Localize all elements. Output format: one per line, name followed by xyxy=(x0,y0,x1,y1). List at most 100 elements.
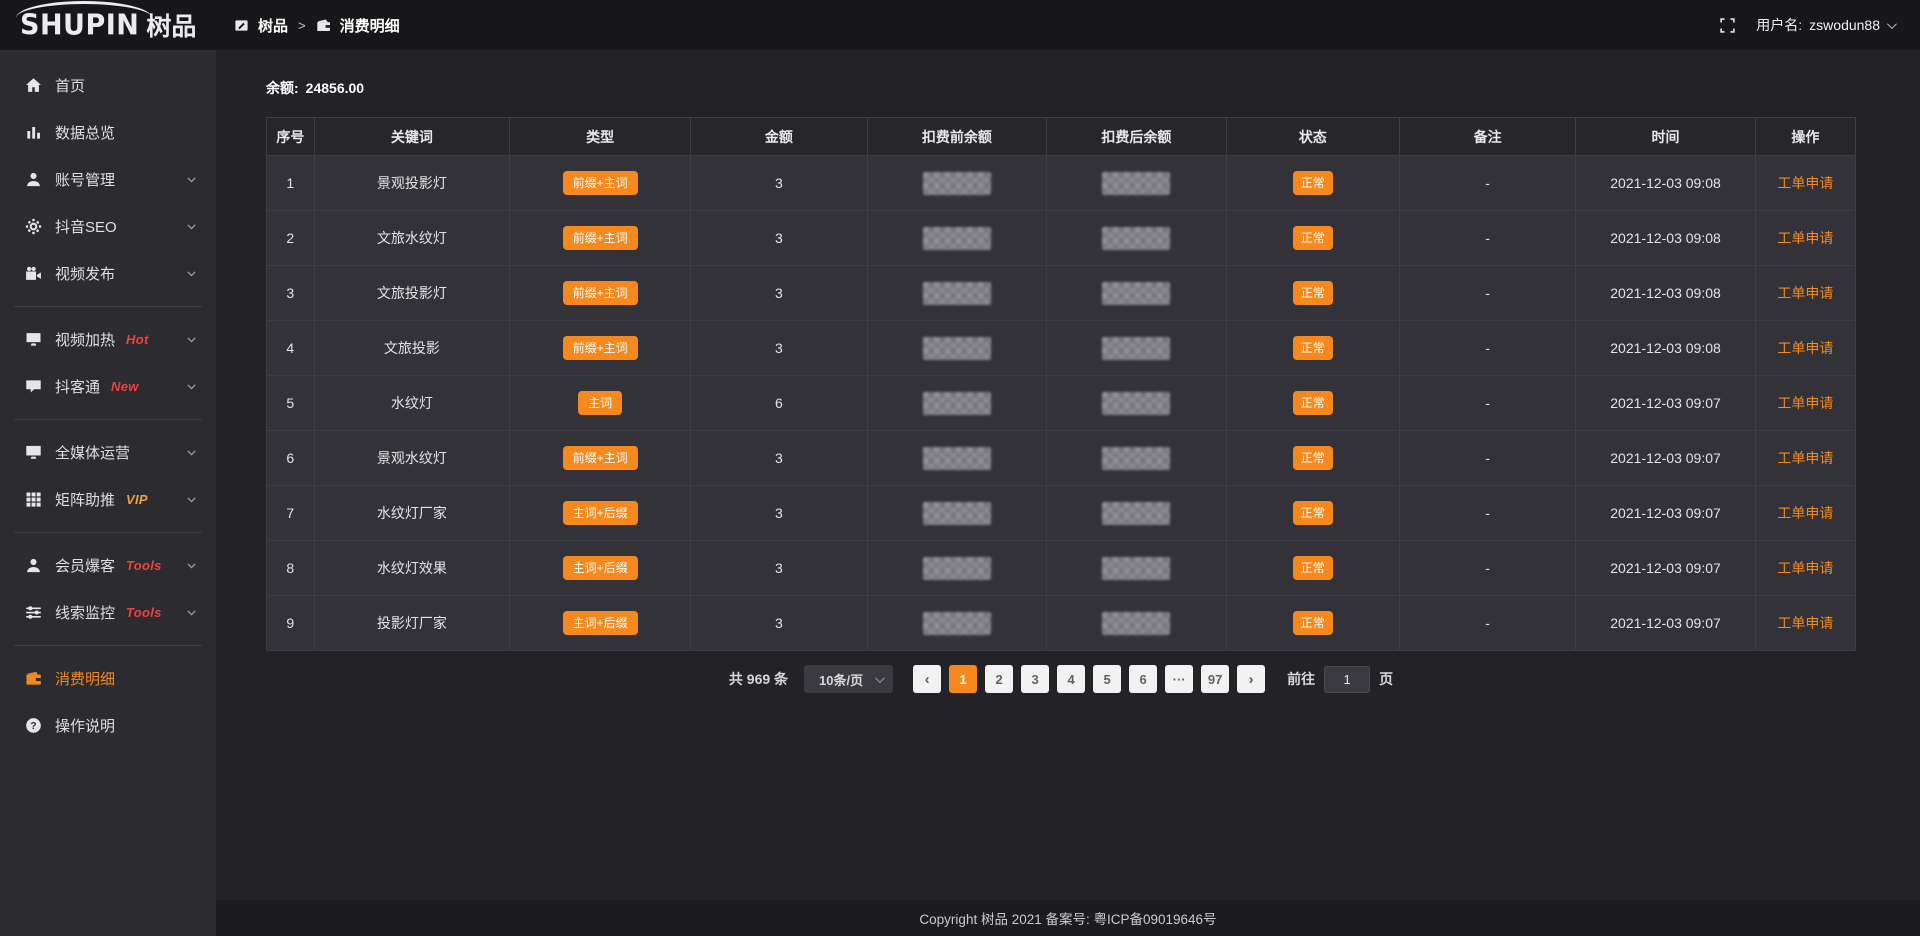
column-header: 状态 xyxy=(1226,118,1399,156)
status-badge: 正常 xyxy=(1293,226,1333,250)
cell-note: - xyxy=(1399,596,1575,651)
sidebar-item-label: 矩阵助推 xyxy=(55,489,115,510)
work-order-link[interactable]: 工单申请 xyxy=(1777,615,1833,631)
sidebar-item-label: 数据总览 xyxy=(55,122,115,143)
cell-time: 2021-12-03 09:08 xyxy=(1576,266,1756,321)
page-button-1[interactable]: 1 xyxy=(949,665,977,693)
work-order-link[interactable]: 工单申请 xyxy=(1777,560,1833,576)
work-order-link[interactable]: 工单申请 xyxy=(1777,230,1833,246)
fullscreen-icon[interactable] xyxy=(1719,17,1736,34)
sidebar-item-home[interactable]: 首页 xyxy=(0,62,216,109)
sidebar-item-label: 消费明细 xyxy=(55,668,115,689)
breadcrumb-item-home[interactable]: 树品 xyxy=(258,15,288,36)
consumption-table: 序号关键词类型金额扣费前余额扣费后余额状态备注时间操作 1景观投影灯前缀+主词3… xyxy=(266,117,1856,651)
sidebar-item-label: 抖客通 xyxy=(55,376,100,397)
work-order-link[interactable]: 工单申请 xyxy=(1777,395,1833,411)
work-order-link[interactable]: 工单申请 xyxy=(1777,340,1833,356)
table-row: 8水纹灯效果主词+后缀3正常-2021-12-03 09:07工单申请 xyxy=(267,541,1856,596)
cell-amount: 6 xyxy=(691,376,867,431)
sidebar-item-all-media-operation[interactable]: 全媒体运营 xyxy=(0,429,216,476)
sidebar-item-clue-monitor[interactable]: 线索监控Tools xyxy=(0,589,216,636)
sidebar-item-label: 视频加热 xyxy=(55,329,115,350)
chevron-down-icon xyxy=(185,559,198,572)
sidebar-item-label: 操作说明 xyxy=(55,715,115,736)
monitor-icon xyxy=(25,444,42,461)
cell-note: - xyxy=(1399,376,1575,431)
cell-note: - xyxy=(1399,321,1575,376)
work-order-link[interactable]: 工单申请 xyxy=(1777,450,1833,466)
cell-amount: 3 xyxy=(691,486,867,541)
goto-label: 前往 xyxy=(1287,669,1315,689)
cell-keyword: 景观水纹灯 xyxy=(314,431,509,486)
page-ellipsis-button[interactable]: ··· xyxy=(1165,665,1193,693)
wallet-icon xyxy=(25,670,42,687)
page-button-4[interactable]: 4 xyxy=(1057,665,1085,693)
cell-index: 9 xyxy=(267,596,315,651)
balance-label: 余额: xyxy=(266,80,299,96)
cell-keyword: 投影灯厂家 xyxy=(314,596,509,651)
page-button-6[interactable]: 6 xyxy=(1129,665,1157,693)
chevron-down-icon xyxy=(185,173,198,186)
sidebar-item-member-baoke[interactable]: 会员爆客Tools xyxy=(0,542,216,589)
sidebar-item-video-heat[interactable]: 视频加热Hot xyxy=(0,316,216,363)
sidebar-divider xyxy=(14,645,202,646)
username-label: 用户名: xyxy=(1756,15,1802,35)
sidebar-item-account-management[interactable]: 账号管理 xyxy=(0,156,216,203)
sidebar-item-tag: New xyxy=(111,379,139,394)
question-icon: ? xyxy=(25,717,42,734)
sidebar-item-douyin-seo[interactable]: 抖音SEO xyxy=(0,203,216,250)
next-page-button[interactable]: › xyxy=(1237,665,1265,693)
page-button-2[interactable]: 2 xyxy=(985,665,1013,693)
chevron-down-icon xyxy=(185,267,198,280)
page-button-97[interactable]: 97 xyxy=(1201,665,1229,693)
page-button-3[interactable]: 3 xyxy=(1021,665,1049,693)
sidebar-item-tag: Tools xyxy=(126,605,162,620)
prev-page-button[interactable]: ‹ xyxy=(913,665,941,693)
chat-icon xyxy=(25,378,42,395)
cell-note: - xyxy=(1399,486,1575,541)
sidebar-divider xyxy=(14,532,202,533)
chevron-down-icon xyxy=(1887,19,1897,29)
redacted-balance-before xyxy=(923,557,991,580)
sidebar: 首页数据总览账号管理抖音SEO视频发布视频加热Hot抖客通New全媒体运营矩阵助… xyxy=(0,50,216,936)
cell-index: 4 xyxy=(267,321,315,376)
column-header: 扣费后余额 xyxy=(1047,118,1227,156)
work-order-link[interactable]: 工单申请 xyxy=(1777,285,1833,301)
page-size-select[interactable]: 10条/页 xyxy=(804,665,893,693)
sidebar-item-video-publish[interactable]: 视频发布 xyxy=(0,250,216,297)
logo-text-cn: 树品 xyxy=(146,7,196,43)
column-header: 备注 xyxy=(1399,118,1575,156)
work-order-link[interactable]: 工单申请 xyxy=(1777,175,1833,191)
status-badge: 正常 xyxy=(1293,446,1333,470)
topbar: SHUPIN 树品 树品 > 消费明细 用户名: zswodun88 xyxy=(0,0,1920,50)
cell-time: 2021-12-03 09:08 xyxy=(1576,321,1756,376)
status-badge: 正常 xyxy=(1293,171,1333,195)
column-header: 序号 xyxy=(267,118,315,156)
type-badge: 前缀+主词 xyxy=(563,171,638,195)
breadcrumb-separator: > xyxy=(297,18,307,33)
sidebar-item-label: 视频发布 xyxy=(55,263,115,284)
cell-note: - xyxy=(1399,541,1575,596)
page-button-5[interactable]: 5 xyxy=(1093,665,1121,693)
chevron-down-icon xyxy=(185,333,198,346)
sidebar-item-operation-guide[interactable]: ? 操作说明 xyxy=(0,702,216,749)
goto-page-input[interactable] xyxy=(1324,666,1370,693)
sidebar-item-consumption-detail[interactable]: 消费明细 xyxy=(0,655,216,702)
cell-time: 2021-12-03 09:07 xyxy=(1576,376,1756,431)
cell-keyword: 水纹灯效果 xyxy=(314,541,509,596)
cell-keyword: 文旅水纹灯 xyxy=(314,211,509,266)
logo-text-en: SHUPIN xyxy=(20,9,139,41)
table-header-row: 序号关键词类型金额扣费前余额扣费后余额状态备注时间操作 xyxy=(267,118,1856,156)
main-content: 余额:24856.00 序号关键词类型金额扣费前余额扣费后余额状态备注时间操作 … xyxy=(216,50,1920,936)
sidebar-item-tag: VIP xyxy=(126,492,148,507)
work-order-link[interactable]: 工单申请 xyxy=(1777,505,1833,521)
logo[interactable]: SHUPIN 树品 xyxy=(0,0,216,50)
cell-amount: 3 xyxy=(691,596,867,651)
sidebar-item-douketong[interactable]: 抖客通 New xyxy=(0,363,216,410)
sidebar-item-matrix-boost[interactable]: 矩阵助推 VIP xyxy=(0,476,216,523)
user-menu[interactable]: 用户名: zswodun88 xyxy=(1756,15,1894,35)
sidebar-item-data-overview[interactable]: 数据总览 xyxy=(0,109,216,156)
pagination: 共 969 条 10条/页 ‹ 123456···97 › 前往 页 xyxy=(266,665,1856,693)
cell-index: 8 xyxy=(267,541,315,596)
sidebar-item-label: 账号管理 xyxy=(55,169,115,190)
